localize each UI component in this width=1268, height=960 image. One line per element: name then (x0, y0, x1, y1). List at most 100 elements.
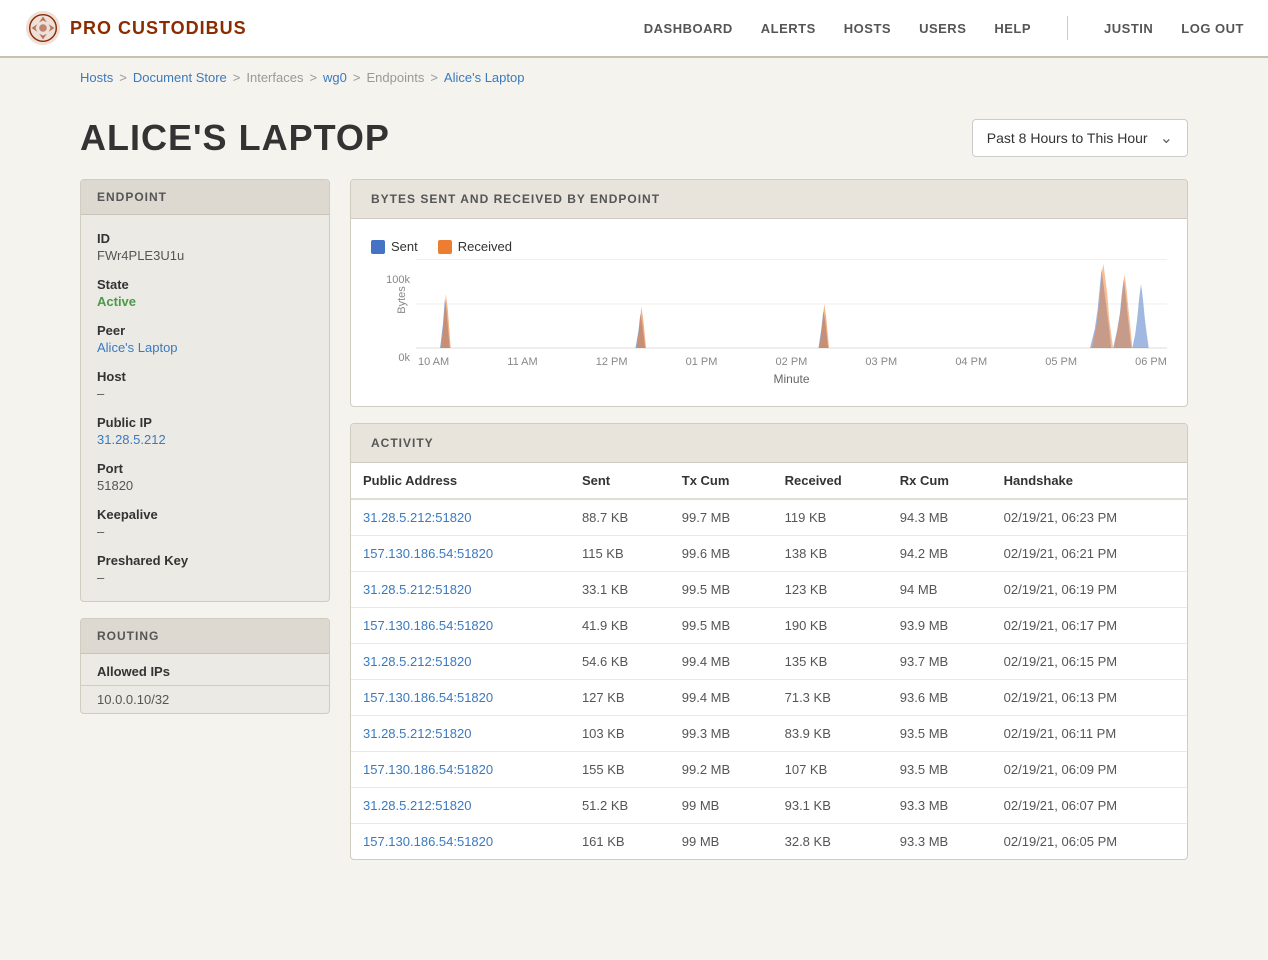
nav-help[interactable]: HELP (994, 21, 1031, 36)
cell-address[interactable]: 31.28.5.212:51820 (351, 572, 570, 608)
top-navigation: PRO CUSTODIBUS DASHBOARD ALERTS HOSTS US… (0, 0, 1268, 58)
cell-received: 190 KB (773, 608, 888, 644)
cell-sent: 88.7 KB (570, 499, 670, 536)
cell-address[interactable]: 157.130.186.54:51820 (351, 536, 570, 572)
endpoint-id-label: ID (97, 231, 313, 246)
cell-handshake: 02/19/21, 06:11 PM (992, 716, 1187, 752)
table-row: 31.28.5.212:51820 51.2 KB 99 MB 93.1 KB … (351, 788, 1187, 824)
endpoint-port-value: 51820 (97, 478, 313, 493)
breadcrumb-endpoints: Endpoints (367, 70, 425, 85)
endpoint-peer-row: Peer Alice's Laptop (97, 323, 313, 355)
col-public-address: Public Address (351, 463, 570, 499)
cell-received: 119 KB (773, 499, 888, 536)
logo[interactable]: PRO CUSTODIBUS (24, 9, 247, 47)
nav-users[interactable]: USERS (919, 21, 966, 36)
table-row: 157.130.186.54:51820 155 KB 99.2 MB 107 … (351, 752, 1187, 788)
cell-received: 135 KB (773, 644, 888, 680)
x-label-1pm: 01 PM (686, 356, 718, 368)
cell-address[interactable]: 31.28.5.212:51820 (351, 788, 570, 824)
endpoint-state-value: Active (97, 294, 313, 309)
endpoint-card-body: ID FWr4PLE3U1u State Active Peer Alice's… (81, 215, 329, 601)
endpoint-preshared-key-row: Preshared Key – (97, 553, 313, 585)
cell-sent: 54.6 KB (570, 644, 670, 680)
endpoint-card: ENDPOINT ID FWr4PLE3U1u State Active Pee… (80, 179, 330, 602)
main-content: ENDPOINT ID FWr4PLE3U1u State Active Pee… (0, 169, 1268, 900)
legend-received-dot (438, 240, 452, 254)
endpoint-port-label: Port (97, 461, 313, 476)
cell-rx-cum: 93.3 MB (888, 824, 992, 860)
table-row: 31.28.5.212:51820 103 KB 99.3 MB 83.9 KB… (351, 716, 1187, 752)
cell-rx-cum: 94 MB (888, 572, 992, 608)
chart-x-axis-label: Minute (416, 372, 1167, 386)
chart-legend: Sent Received (371, 239, 1167, 254)
cell-rx-cum: 93.5 MB (888, 752, 992, 788)
cell-received: 32.8 KB (773, 824, 888, 860)
cell-tx-cum: 99.7 MB (670, 499, 773, 536)
cell-address[interactable]: 31.28.5.212:51820 (351, 716, 570, 752)
nav-hosts[interactable]: HOSTS (844, 21, 891, 36)
endpoint-public-ip-label: Public IP (97, 415, 313, 430)
activity-table-header-row: Public Address Sent Tx Cum Received Rx C… (351, 463, 1187, 499)
cell-tx-cum: 99 MB (670, 788, 773, 824)
breadcrumb-sep-2: > (233, 70, 241, 85)
time-selector-label: Past 8 Hours to This Hour (987, 130, 1148, 146)
x-label-12pm: 12 PM (596, 356, 628, 368)
breadcrumb-wg0[interactable]: wg0 (323, 70, 347, 85)
activity-table-body: 31.28.5.212:51820 88.7 KB 99.7 MB 119 KB… (351, 499, 1187, 859)
endpoint-state-row: State Active (97, 277, 313, 309)
cell-address[interactable]: 31.28.5.212:51820 (351, 644, 570, 680)
cell-sent: 103 KB (570, 716, 670, 752)
cell-handshake: 02/19/21, 06:07 PM (992, 788, 1187, 824)
breadcrumb-document-store[interactable]: Document Store (133, 70, 227, 85)
cell-rx-cum: 93.5 MB (888, 716, 992, 752)
breadcrumb: Hosts > Document Store > Interfaces > wg… (0, 58, 1268, 97)
cell-address[interactable]: 157.130.186.54:51820 (351, 752, 570, 788)
cell-sent: 115 KB (570, 536, 670, 572)
allowed-ip-item: 10.0.0.10/32 (81, 685, 329, 713)
cell-rx-cum: 93.3 MB (888, 788, 992, 824)
right-panel: BYTES SENT AND RECEIVED BY ENDPOINT Sent… (350, 179, 1188, 860)
routing-card: ROUTING Allowed IPs 10.0.0.10/32 (80, 618, 330, 714)
cell-rx-cum: 94.2 MB (888, 536, 992, 572)
endpoint-public-ip-row: Public IP 31.28.5.212 (97, 415, 313, 447)
nav-justin[interactable]: JUSTIN (1104, 21, 1153, 36)
legend-sent-dot (371, 240, 385, 254)
routing-card-header: ROUTING (81, 619, 329, 654)
cell-address[interactable]: 157.130.186.54:51820 (351, 608, 570, 644)
time-selector[interactable]: Past 8 Hours to This Hour ⌄ (972, 119, 1188, 157)
col-received: Received (773, 463, 888, 499)
cell-address[interactable]: 157.130.186.54:51820 (351, 824, 570, 860)
breadcrumb-sep-5: > (430, 70, 438, 85)
endpoint-keepalive-value: – (97, 524, 313, 539)
chart-svg (416, 259, 1167, 349)
table-row: 157.130.186.54:51820 41.9 KB 99.5 MB 190… (351, 608, 1187, 644)
table-row: 157.130.186.54:51820 127 KB 99.4 MB 71.3… (351, 680, 1187, 716)
cell-address[interactable]: 31.28.5.212:51820 (351, 499, 570, 536)
activity-section: ACTIVITY Public Address Sent Tx Cum Rece… (350, 423, 1188, 860)
activity-table-head: Public Address Sent Tx Cum Received Rx C… (351, 463, 1187, 499)
cell-sent: 155 KB (570, 752, 670, 788)
cell-handshake: 02/19/21, 06:17 PM (992, 608, 1187, 644)
cell-received: 71.3 KB (773, 680, 888, 716)
endpoint-public-ip-value[interactable]: 31.28.5.212 (97, 432, 313, 447)
x-label-5pm: 05 PM (1045, 356, 1077, 368)
endpoint-card-header: ENDPOINT (81, 180, 329, 215)
nav-alerts[interactable]: ALERTS (761, 21, 816, 36)
nav-logout[interactable]: LOG OUT (1181, 21, 1244, 36)
logo-icon (24, 9, 62, 47)
cell-rx-cum: 94.3 MB (888, 499, 992, 536)
chart-y-axis: 100k 0k (371, 274, 416, 364)
cell-rx-cum: 93.7 MB (888, 644, 992, 680)
page-title: ALICE'S LAPTOP (80, 117, 390, 159)
cell-tx-cum: 99.4 MB (670, 644, 773, 680)
cell-address[interactable]: 157.130.186.54:51820 (351, 680, 570, 716)
nav-dashboard[interactable]: DASHBOARD (644, 21, 733, 36)
endpoint-peer-value[interactable]: Alice's Laptop (97, 340, 313, 355)
cell-received: 138 KB (773, 536, 888, 572)
activity-table: Public Address Sent Tx Cum Received Rx C… (351, 463, 1187, 859)
table-row: 31.28.5.212:51820 88.7 KB 99.7 MB 119 KB… (351, 499, 1187, 536)
breadcrumb-hosts[interactable]: Hosts (80, 70, 113, 85)
x-label-4pm: 04 PM (955, 356, 987, 368)
x-label-10am: 10 AM (418, 356, 449, 368)
chart-container: 100k 0k Bytes (371, 266, 1167, 386)
